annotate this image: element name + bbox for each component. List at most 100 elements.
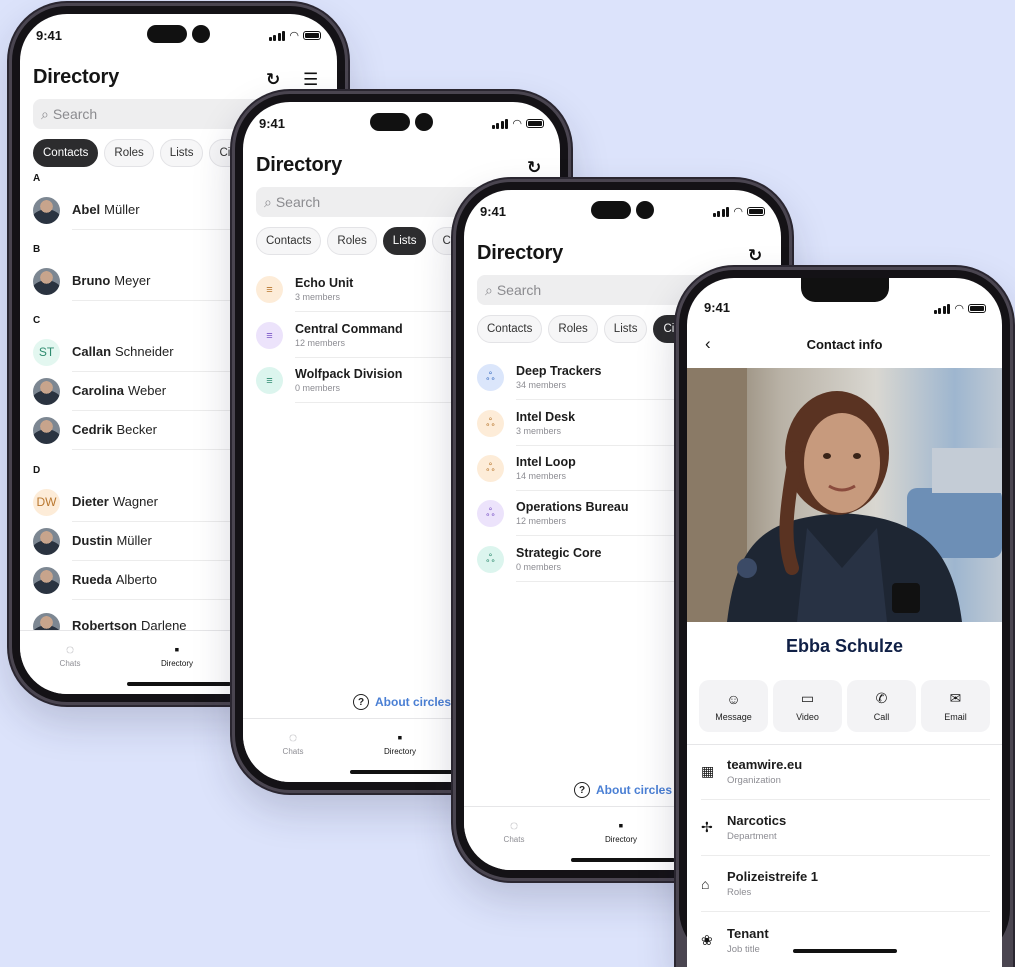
circle-icon: ஃ: [477, 410, 504, 437]
circle-icon: ஃ: [477, 364, 504, 391]
tab-roles[interactable]: Roles: [104, 139, 154, 167]
department-icon: ✢: [701, 819, 713, 835]
tab-directory-label: Directory: [383, 747, 416, 756]
status-bar: 9:41 ◠: [464, 190, 781, 230]
tab-chats[interactable]: ◌ Chats: [484, 817, 544, 844]
status-icons: ◠: [491, 117, 544, 130]
tab-lists[interactable]: Lists: [159, 139, 204, 167]
phone-contact-info: 9:41 ◠ ‹ Contact info Ebba Schulze ☺ Mes…: [676, 267, 1013, 967]
status-time: 9:41: [704, 300, 731, 315]
list-icon: ≡: [256, 276, 283, 303]
home-indicator: [126, 682, 231, 686]
envelope-icon: ✉: [949, 690, 962, 706]
dynamic-island: [370, 113, 433, 133]
help-icon: ?: [574, 782, 590, 798]
status-bar: 9:41 ◠: [243, 102, 560, 142]
section-header: C: [33, 315, 41, 326]
tab-chats-label: Chats: [59, 659, 81, 668]
refresh-icon[interactable]: ↻: [748, 246, 762, 266]
sort-icon[interactable]: ☰: [303, 70, 318, 90]
info-department: ✢ Narcotics Department: [701, 800, 990, 856]
video-icon: ▭: [800, 690, 815, 706]
contact-name: Ebba Schulze: [785, 636, 904, 656]
home-indicator: [349, 770, 454, 774]
video-label: Video: [796, 712, 819, 722]
book-icon: ▪: [174, 641, 180, 657]
circle-icon: ஃ: [477, 455, 504, 482]
status-bar: 9:41 ◠: [20, 14, 337, 54]
signal-icon: [712, 206, 730, 217]
tab-chats[interactable]: ◌ Chats: [40, 641, 100, 668]
avatar-initials: ST: [33, 338, 60, 366]
contact-first-name: Abel: [72, 202, 101, 217]
tab-roles[interactable]: Roles: [327, 227, 377, 255]
page-title: Directory: [256, 154, 343, 176]
tab-lists[interactable]: Lists: [382, 227, 427, 255]
section-header: A: [33, 173, 41, 184]
search-placeholder: Search: [496, 282, 542, 298]
wifi-icon: ◠: [733, 206, 743, 218]
filter-tabs: Contacts Roles Lists Circ: [256, 227, 473, 255]
battery-icon: [747, 207, 765, 216]
status-time: 9:41: [259, 116, 286, 131]
home-indicator: [792, 949, 897, 953]
status-bar: 9:41 ◠: [687, 278, 1002, 318]
tab-directory[interactable]: ▪ Directory: [147, 641, 207, 668]
tab-chats-label: Chats: [282, 747, 304, 756]
tab-directory-label: Directory: [160, 659, 193, 668]
tab-chats[interactable]: ◌ Chats: [263, 729, 323, 756]
about-link[interactable]: ? About circles: [574, 782, 672, 798]
contact-first-name: Cedrik: [72, 422, 113, 437]
signal-icon: [933, 303, 951, 314]
chat-bubble-icon: ◌: [509, 817, 519, 833]
book-icon: ▪: [397, 729, 403, 745]
refresh-icon[interactable]: ↻: [527, 158, 541, 178]
info-value: Tenant: [727, 925, 769, 941]
search-placeholder: Search: [52, 106, 98, 122]
chat-bubble-icon: ◌: [288, 729, 298, 745]
video-button[interactable]: ▭ Video: [773, 680, 842, 732]
contact-last-name: Müller: [116, 533, 152, 548]
contact-last-name: Müller: [104, 202, 140, 217]
status-time: 9:41: [480, 204, 507, 219]
wifi-icon: ◠: [954, 303, 964, 315]
circle-icon: ஃ: [477, 546, 504, 573]
filter-tabs: Contacts Roles Lists Circ: [477, 315, 694, 343]
phone-icon: ✆: [875, 690, 888, 706]
refresh-icon[interactable]: ↻: [266, 70, 280, 90]
info-label: Organization: [727, 775, 781, 786]
battery-icon: [303, 31, 321, 40]
tab-lists[interactable]: Lists: [603, 315, 648, 343]
tab-contacts[interactable]: Contacts: [33, 139, 99, 167]
wifi-icon: ◠: [512, 118, 522, 130]
signal-icon: [268, 30, 286, 41]
tab-directory[interactable]: ▪ Directory: [370, 729, 430, 756]
search-icon: ⌕: [264, 193, 272, 210]
list-icon: ≡: [256, 322, 283, 349]
home-indicator: [570, 858, 675, 862]
page-title: Directory: [33, 66, 120, 88]
tab-contacts[interactable]: Contacts: [256, 227, 322, 255]
avatar: [33, 416, 60, 444]
dynamic-island: [147, 25, 210, 45]
book-icon: ▪: [618, 817, 624, 833]
tab-contacts[interactable]: Contacts: [477, 315, 543, 343]
about-link[interactable]: ? About circles: [353, 694, 451, 710]
message-label: Message: [715, 711, 752, 722]
email-button[interactable]: ✉ Email: [921, 680, 990, 732]
contact-last-name: Becker: [116, 422, 157, 437]
dynamic-island: [591, 201, 654, 221]
tab-roles[interactable]: Roles: [548, 315, 598, 343]
info-value: Polizeistreife 1: [727, 869, 819, 884]
screen-contact-info: 9:41 ◠ ‹ Contact info Ebba Schulze ☺ Mes…: [687, 278, 1002, 967]
contact-first-name: Rueda: [72, 572, 112, 587]
search-icon: ⌕: [41, 105, 49, 122]
tab-directory[interactable]: ▪ Directory: [591, 817, 651, 844]
list-icon: ≡: [256, 367, 283, 394]
section-header: D: [33, 465, 41, 476]
message-icon: ☺: [726, 690, 741, 707]
about-label: About circles: [375, 695, 452, 709]
call-button[interactable]: ✆ Call: [847, 680, 916, 732]
message-button[interactable]: ☺ Message: [699, 680, 768, 732]
tab-directory-label: Directory: [604, 835, 637, 844]
